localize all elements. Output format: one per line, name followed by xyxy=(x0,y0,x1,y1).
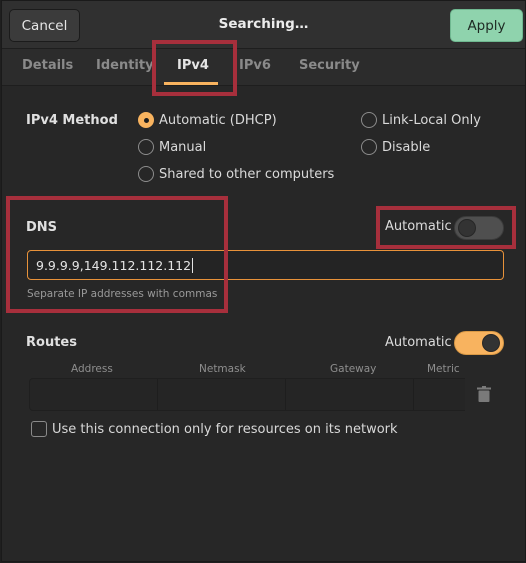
dns-hint: Separate IP addresses with commas xyxy=(27,288,218,300)
radio-disable[interactable]: Disable xyxy=(361,139,430,155)
column-header-address: Address xyxy=(71,363,113,375)
radio-label: Link-Local Only xyxy=(382,112,481,128)
checkbox[interactable] xyxy=(31,421,47,437)
checkbox-label: Use this connection only for resources o… xyxy=(52,421,398,437)
trash-icon[interactable] xyxy=(477,386,491,402)
dialog-title: Searching… xyxy=(218,16,309,32)
column-header-gateway: Gateway xyxy=(330,363,377,375)
tab-details[interactable]: Details xyxy=(22,58,73,73)
tab-ipv4[interactable]: IPv4 xyxy=(177,58,209,73)
dns-label: DNS xyxy=(26,220,58,235)
radio-label: Manual xyxy=(159,139,207,155)
radio-label: Automatic (DHCP) xyxy=(159,112,277,128)
radio-button-checked[interactable] xyxy=(138,112,154,128)
text-cursor xyxy=(192,257,194,273)
routes-label: Routes xyxy=(26,335,77,350)
radio-button[interactable] xyxy=(361,139,377,155)
routes-automatic-label: Automatic xyxy=(385,335,452,350)
column-header-metric: Metric xyxy=(427,363,460,375)
dns-input-value: 9.9.9.9,149.112.112.112 xyxy=(36,257,192,273)
radio-manual[interactable]: Manual xyxy=(138,139,206,155)
dns-automatic-label: Automatic xyxy=(385,219,452,234)
radio-label: Disable xyxy=(382,139,431,155)
radio-label: Shared to other computers xyxy=(159,166,335,182)
toggle-knob xyxy=(482,334,500,352)
radio-button[interactable] xyxy=(138,166,154,182)
metric-field[interactable] xyxy=(414,379,465,410)
ipv4-method-label: IPv4 Method xyxy=(26,113,118,128)
tab-ipv6[interactable]: IPv6 xyxy=(239,58,271,73)
radio-link-local-only[interactable]: Link-Local Only xyxy=(361,112,481,128)
toggle-knob xyxy=(458,219,476,237)
address-field[interactable] xyxy=(30,379,159,410)
netmask-field[interactable] xyxy=(158,379,287,410)
header-bar: Cancel Searching… Apply xyxy=(2,1,525,49)
column-header-netmask: Netmask xyxy=(199,363,246,375)
radio-button[interactable] xyxy=(361,112,377,128)
dns-automatic-toggle[interactable] xyxy=(454,216,504,240)
tab-security[interactable]: Security xyxy=(299,58,360,73)
ipv4-settings-dialog: Cancel Searching… Apply Details Identity… xyxy=(1,0,526,562)
gateway-field[interactable] xyxy=(286,379,415,410)
tab-bar: Details Identity IPv4 IPv6 Security xyxy=(2,49,525,86)
routes-row xyxy=(29,378,465,411)
radio-button[interactable] xyxy=(138,139,154,155)
routes-automatic-toggle[interactable] xyxy=(454,331,504,355)
apply-button[interactable]: Apply xyxy=(450,9,523,42)
tab-identity[interactable]: Identity xyxy=(96,58,154,73)
only-local-resources-option[interactable]: Use this connection only for resources o… xyxy=(31,421,398,437)
radio-automatic-dhcp[interactable]: Automatic (DHCP) xyxy=(138,112,277,128)
active-tab-indicator xyxy=(164,82,218,85)
dns-servers-input[interactable]: 9.9.9.9,149.112.112.112 xyxy=(27,250,504,280)
radio-shared[interactable]: Shared to other computers xyxy=(138,166,334,182)
